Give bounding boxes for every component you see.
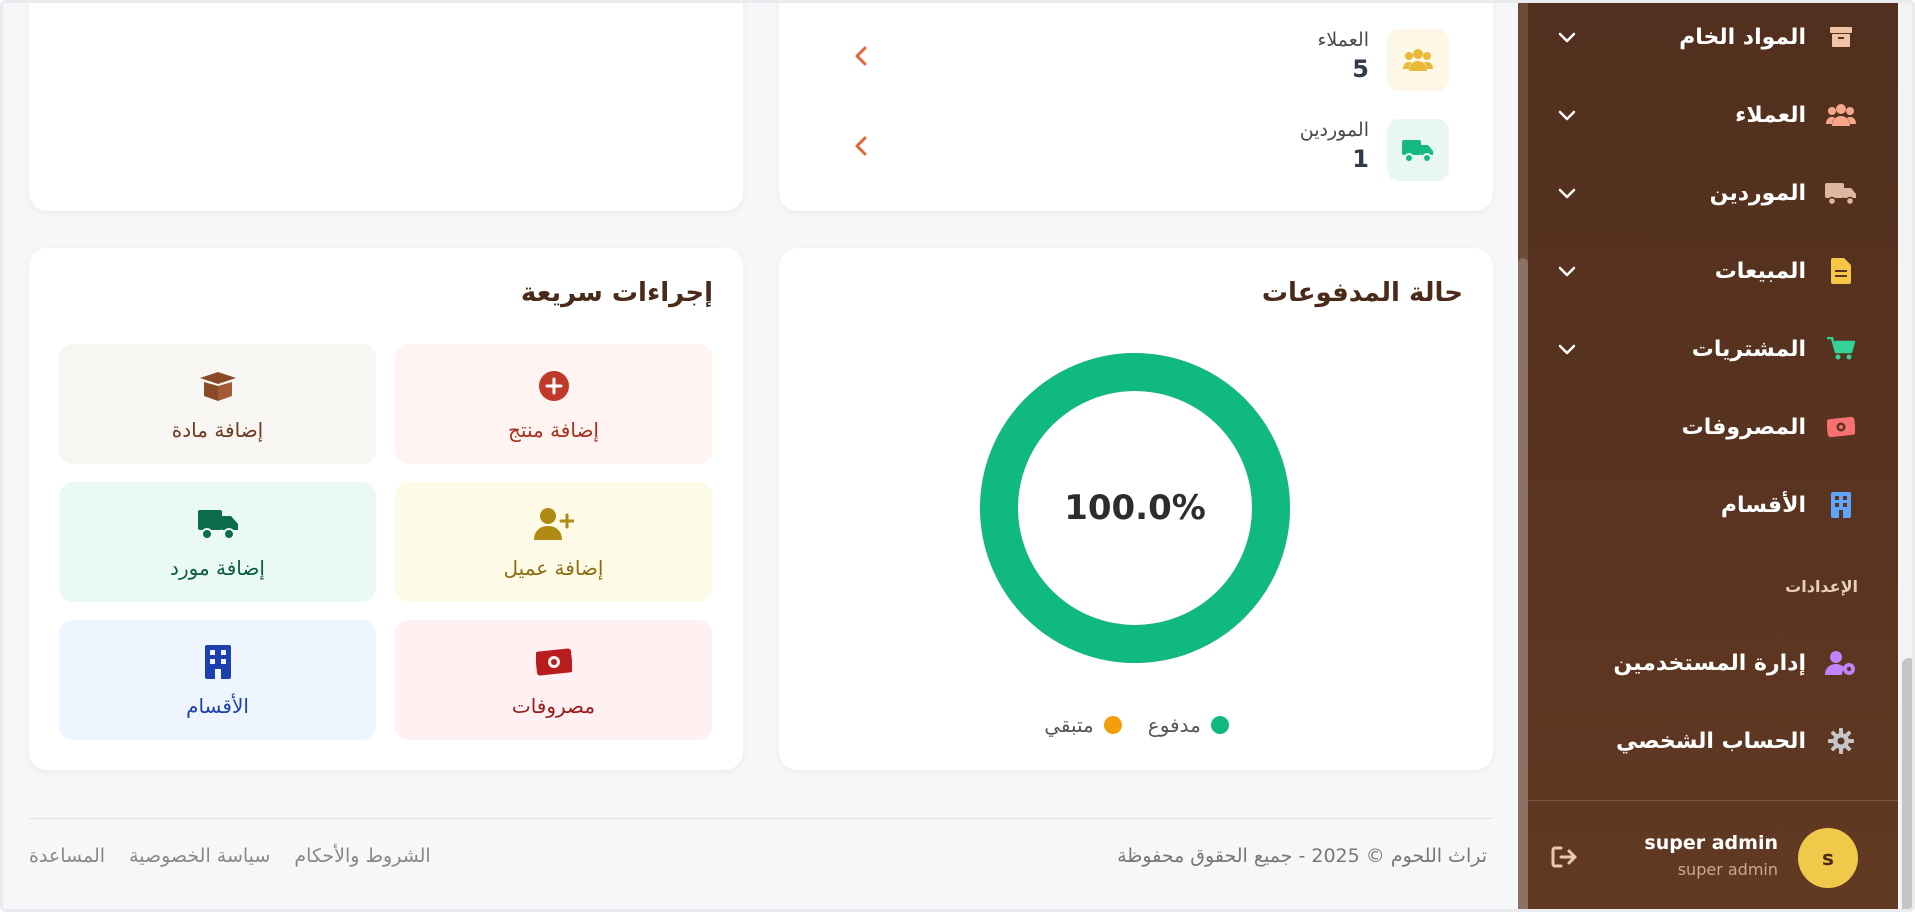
card-title: حالة المدفوعات — [1261, 278, 1463, 308]
chevron-down-icon — [1558, 344, 1576, 355]
chevron-down-icon — [1558, 110, 1576, 121]
avatar[interactable]: s — [1798, 828, 1858, 888]
sidebar-item-sales[interactable]: المبيعات — [1533, 243, 1858, 299]
sidebar-item-customers[interactable]: العملاء — [1533, 87, 1858, 143]
action-label: إضافة عميل — [503, 556, 604, 580]
legend-dot — [1103, 716, 1122, 734]
payments-card: حالة المدفوعات 100.0% مدفوع متبقي — [779, 248, 1493, 770]
sidebar-item-label: المشتريات — [1691, 336, 1806, 362]
building-icon — [198, 642, 238, 682]
legend-item-remaining[interactable]: متبقي — [1044, 713, 1122, 737]
plus-circle-icon — [534, 366, 574, 406]
action-label: إضافة مادة — [171, 418, 264, 442]
money-bill-icon — [1824, 410, 1858, 444]
user-role: super admin — [1677, 860, 1778, 879]
sidebar-item-label: الموردين — [1709, 180, 1806, 206]
sidebar-item-suppliers[interactable]: الموردين — [1533, 165, 1858, 221]
user-gear-icon — [1824, 646, 1858, 680]
chevron-down-icon — [1558, 32, 1576, 43]
chart-legend: مدفوع متبقي — [779, 713, 1494, 737]
add-product-button[interactable]: إضافة منتج — [395, 344, 712, 464]
action-label: مصروفات — [511, 694, 596, 718]
user-profile-box: s super admin super admin — [1533, 818, 1858, 898]
payments-donut-chart: 100.0% — [979, 352, 1291, 664]
legend-item-paid[interactable]: مدفوع — [1148, 713, 1229, 737]
app-frame: العملاء 5 الموردين 1 حالة المدفوعات 100.… — [0, 0, 1915, 912]
chevron-down-icon — [1558, 266, 1576, 277]
logout-icon[interactable] — [1549, 842, 1579, 872]
sidebar-item-expenses[interactable]: المصروفات — [1533, 399, 1858, 455]
legend-label: مدفوع — [1147, 713, 1201, 737]
chevron-left-icon — [855, 46, 867, 66]
sidebar-scrollbar-thumb[interactable] — [1518, 258, 1528, 909]
building-icon — [1824, 488, 1858, 522]
sidebar-item-label: الحساب الشخصي — [1615, 728, 1806, 754]
footer-links: الشروط والأحكام سياسة الخصوصية المساعدة — [29, 845, 431, 867]
stat-row-customers[interactable]: العملاء 5 — [819, 29, 1479, 99]
stat-label: الموردين — [1299, 119, 1369, 141]
sidebar-item-label: الأقسام — [1720, 492, 1806, 518]
add-supplier-button[interactable]: إضافة مورد — [59, 482, 376, 602]
stat-value: 5 — [1352, 55, 1369, 83]
card-title: إجراءات سريعة — [520, 278, 713, 308]
user-name: super admin — [1644, 832, 1778, 854]
footer-copyright: تراث اللحوم © 2025 - جميع الحقوق محفوظة — [1117, 845, 1487, 867]
stats-card: العملاء 5 الموردين 1 — [779, 3, 1493, 211]
footer-link-privacy[interactable]: سياسة الخصوصية — [129, 845, 270, 867]
box-open-icon — [198, 366, 238, 406]
legend-dot — [1210, 716, 1229, 734]
footer-link-terms[interactable]: الشروط والأحكام — [294, 845, 430, 867]
sidebar-section-settings: الإعدادات — [1785, 577, 1858, 596]
action-label: إضافة منتج — [508, 418, 599, 442]
sidebar-divider — [1528, 800, 1898, 801]
truck-icon — [1387, 119, 1449, 181]
page-scrollbar-thumb[interactable] — [1902, 658, 1912, 909]
legend-label: متبقي — [1044, 713, 1094, 737]
stat-label: العملاء — [1317, 29, 1370, 51]
footer-link-help[interactable]: المساعدة — [29, 845, 105, 867]
sidebar-item-user-management[interactable]: إدارة المستخدمين — [1533, 635, 1858, 691]
sidebar-item-label: المبيعات — [1714, 258, 1806, 284]
departments-button[interactable]: الأقسام — [59, 620, 376, 740]
sidebar-item-label: المصروفات — [1681, 414, 1806, 440]
sidebar-item-label: إدارة المستخدمين — [1613, 650, 1806, 676]
users-icon — [1387, 29, 1449, 91]
sidebar-item-purchases[interactable]: المشتريات — [1533, 321, 1858, 377]
add-material-button[interactable]: إضافة مادة — [59, 344, 376, 464]
sidebar-item-departments[interactable]: الأقسام — [1533, 477, 1858, 533]
sidebar-item-label: المواد الخام — [1679, 24, 1806, 50]
cart-icon — [1824, 332, 1858, 366]
money-bill-icon — [534, 642, 574, 682]
action-label: إضافة مورد — [170, 556, 265, 580]
add-customer-button[interactable]: إضافة عميل — [395, 482, 712, 602]
chevron-left-icon — [855, 136, 867, 156]
truck-icon — [1824, 176, 1858, 210]
sidebar-item-raw-materials[interactable]: المواد الخام — [1533, 9, 1858, 65]
quick-actions-card: إجراءات سريعة إضافة منتج إضافة مادة إضاف… — [29, 248, 743, 770]
stat-value: 1 — [1352, 145, 1369, 173]
stat-row-suppliers[interactable]: الموردين 1 — [819, 119, 1479, 189]
donut-percent-label: 100.0% — [1064, 488, 1206, 528]
expenses-button[interactable]: مصروفات — [395, 620, 712, 740]
file-invoice-icon — [1824, 254, 1858, 288]
chevron-down-icon — [1558, 188, 1576, 199]
sidebar-item-label: العملاء — [1735, 102, 1806, 128]
action-label: الأقسام — [186, 694, 249, 718]
users-icon — [1824, 98, 1858, 132]
gear-icon — [1824, 724, 1858, 758]
footer-divider — [29, 818, 1493, 819]
user-plus-icon — [533, 504, 574, 544]
box-icon — [1824, 20, 1858, 54]
truck-icon — [197, 504, 238, 544]
chart-card-top — [29, 3, 743, 211]
sidebar-item-profile[interactable]: الحساب الشخصي — [1533, 713, 1858, 769]
